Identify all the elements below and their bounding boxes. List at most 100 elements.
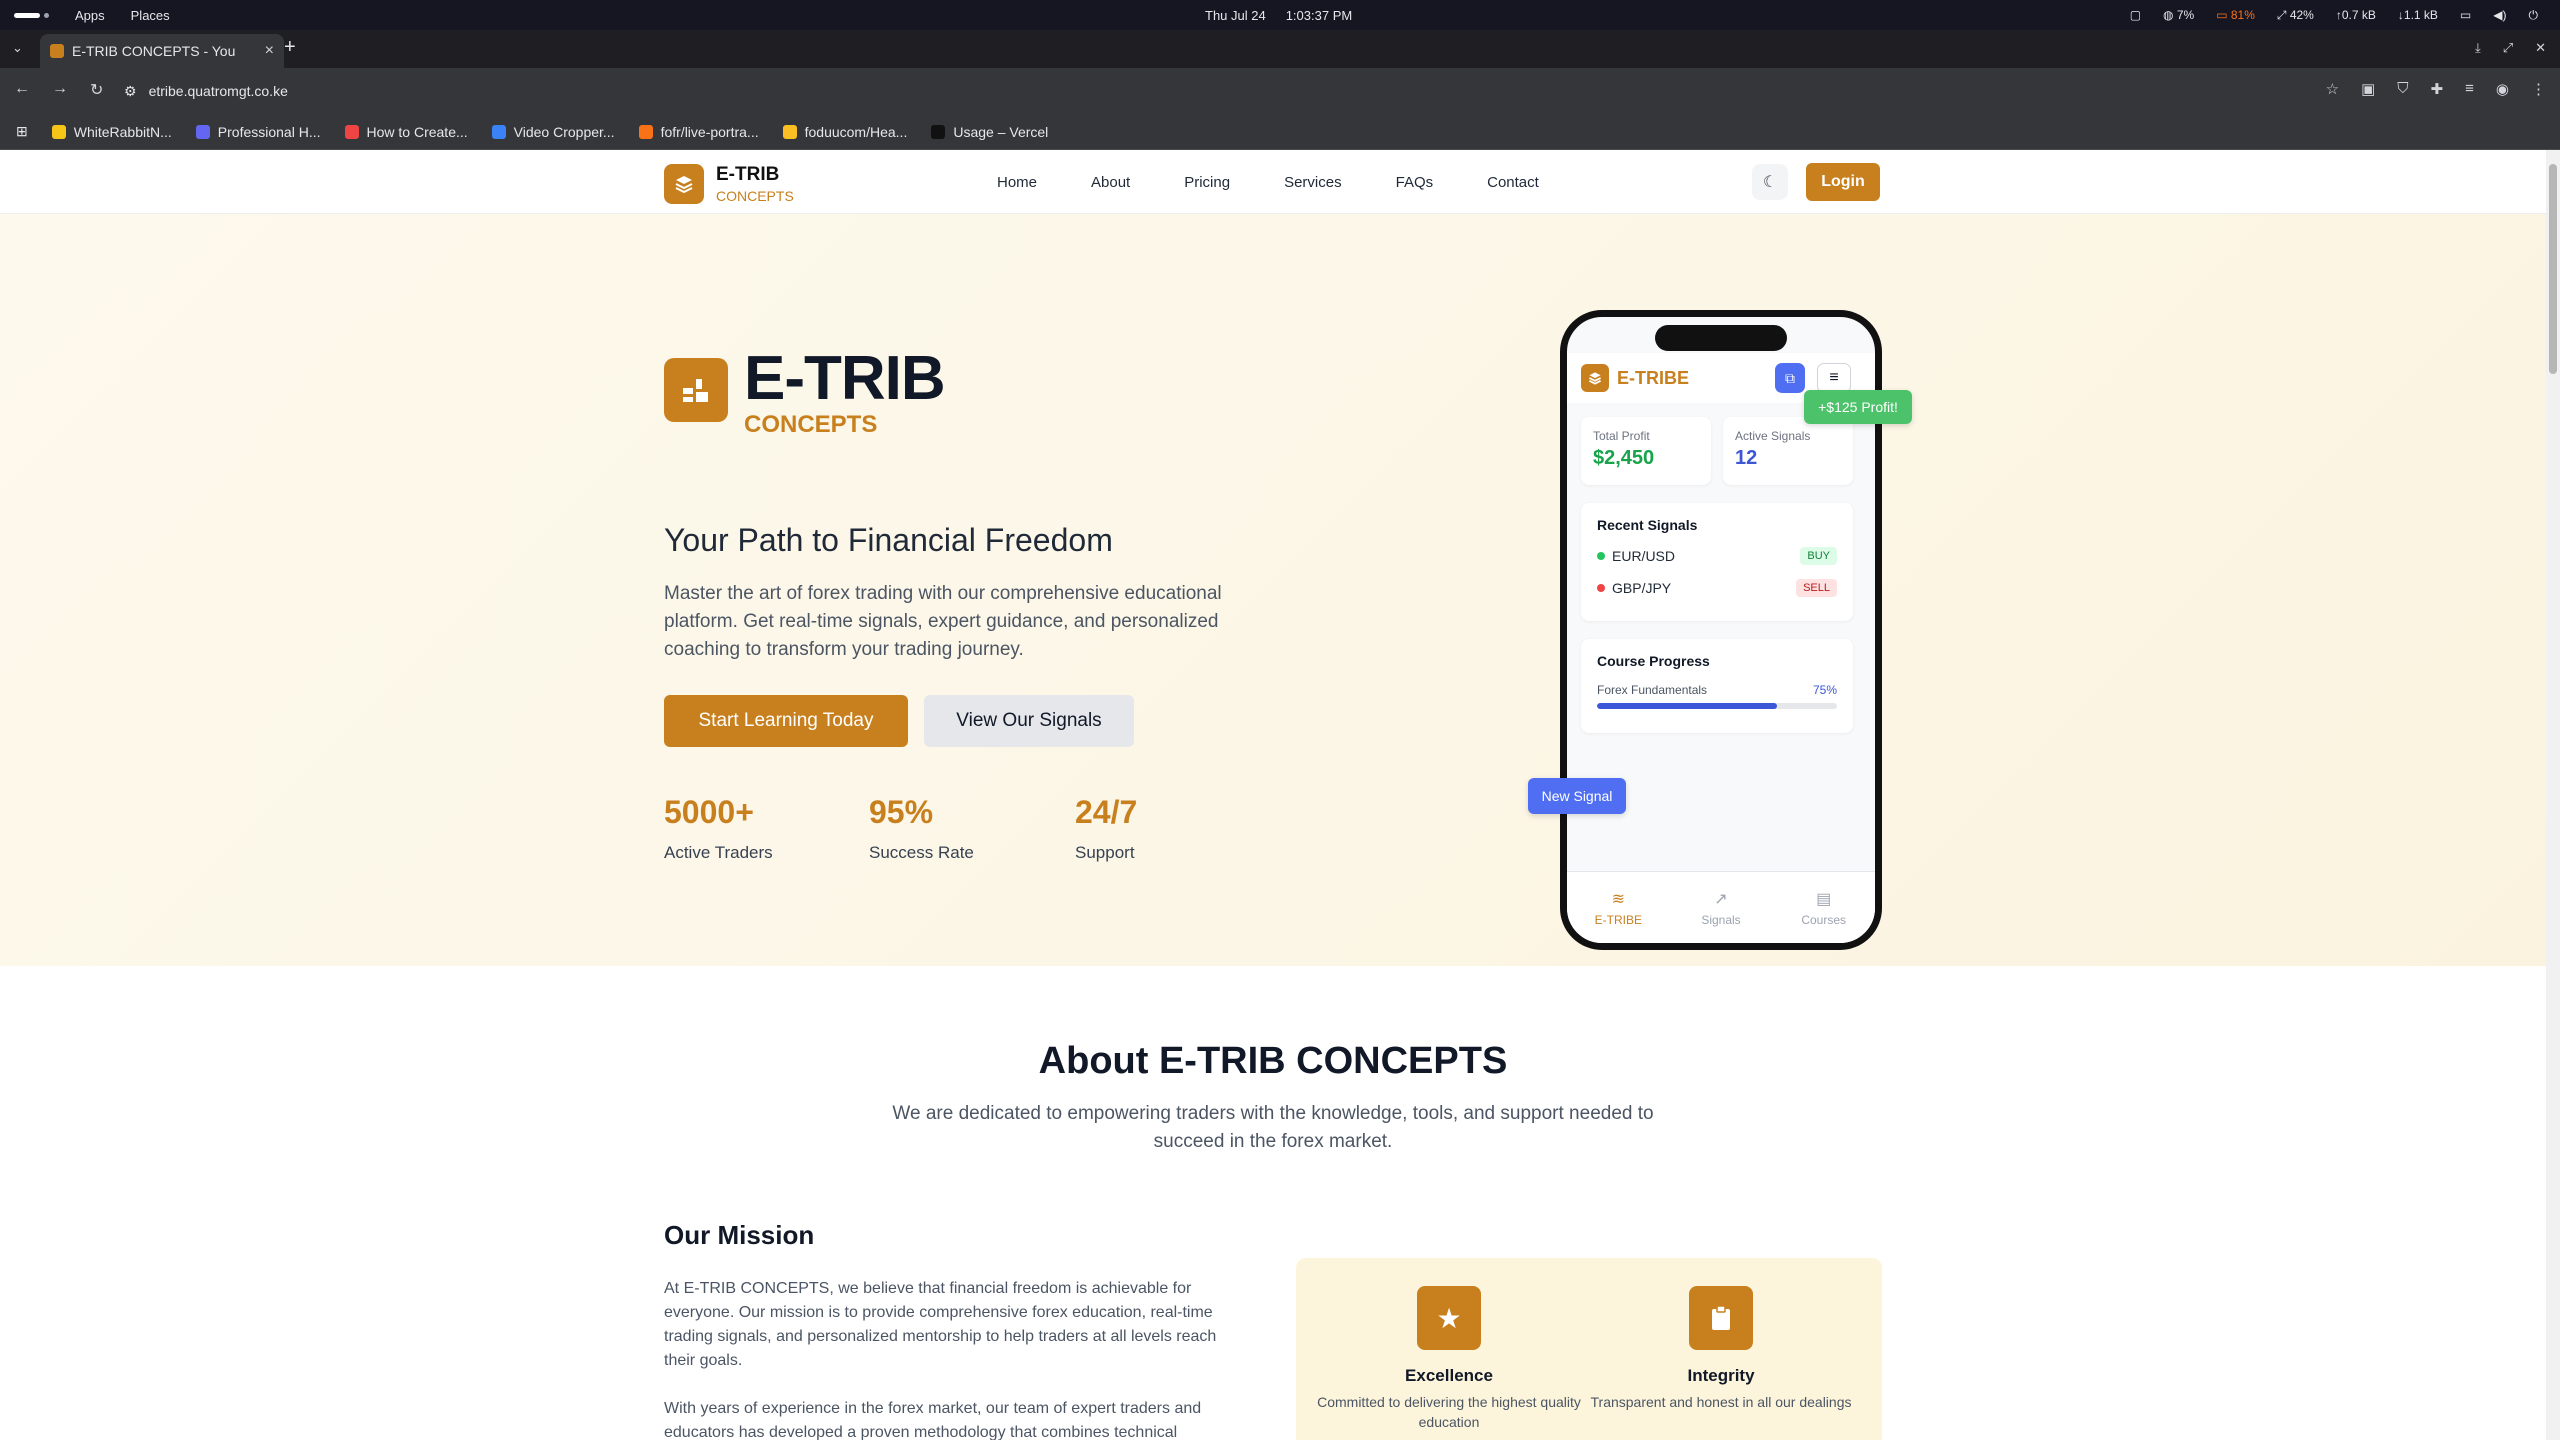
signal-action-badge: SELL (1796, 579, 1837, 597)
browser-toolbar: ← → ↻ ⚙ etribe.quatromgt.co.ke ☆ ▣ ⛉ ✚ ≡… (0, 68, 2560, 114)
net-down-value: 1.1 kB (2403, 8, 2438, 22)
new-tab-icon[interactable]: + (284, 36, 296, 59)
nav-home[interactable]: Home (997, 174, 1037, 191)
phone-bottom-nav: ≋ E-TRIBE ↗ Signals ▤ Courses (1567, 871, 1875, 943)
cpu-value: 7% (2176, 8, 2195, 22)
nav-contact[interactable]: Contact (1487, 174, 1539, 191)
phone-app-name: E-TRIBE (1617, 367, 1689, 388)
nav-about[interactable]: About (1091, 174, 1130, 191)
stat-value: 5000+ (664, 794, 754, 830)
puzzle-icon[interactable]: ✚ (2431, 80, 2444, 98)
phone-share-icon[interactable]: ⧉ (1775, 363, 1805, 393)
battery-icon: ▭ (2216, 8, 2231, 22)
forward-icon[interactable]: → (52, 80, 68, 100)
phone-nav-home[interactable]: ≋ E-TRIBE (1567, 872, 1670, 943)
apps-menu[interactable]: Apps (75, 8, 105, 23)
nav-services[interactable]: Services (1284, 174, 1342, 191)
address-bar[interactable]: ⚙ etribe.quatromgt.co.ke (124, 76, 2284, 106)
clock-time: 1:03:37 PM (1285, 7, 1353, 23)
profit-toast: +$125 Profit! (1804, 390, 1912, 424)
layers-icon: ≋ (1611, 890, 1626, 908)
phone-nav-courses[interactable]: ▤ Courses (1772, 872, 1875, 943)
signal-pair: GBP/JPY (1612, 580, 1672, 596)
bookmark-label: fofr/live-portra... (660, 123, 759, 140)
mission-heading: Our Mission (664, 1220, 815, 1250)
browser-tab-strip: ⌄ E-TRIB CONCEPTS - You × + ⤓ ⤢ ✕ (0, 30, 2560, 68)
signal-row[interactable]: EUR/USD BUY (1597, 547, 1837, 565)
bookmark-item[interactable]: WhiteRabbitN... (51, 123, 172, 140)
recent-signals-card: Recent Signals EUR/USD BUY GBP/JPY SELL (1581, 503, 1853, 621)
nav-faqs[interactable]: FAQs (1396, 174, 1434, 191)
signal-action-badge: BUY (1800, 547, 1837, 565)
clipboard-tray-icon[interactable]: ▢ (2130, 8, 2141, 22)
signal-pair: EUR/USD (1612, 548, 1676, 564)
profile-avatar-icon[interactable]: ◉ (2496, 80, 2509, 98)
download-icon[interactable]: ⤓ (2475, 40, 2481, 56)
tab-list-chevron-icon[interactable]: ⌄ (12, 40, 23, 56)
site-settings-icon[interactable]: ⚙ (124, 83, 137, 100)
buy-dot-icon (1597, 552, 1605, 560)
bookmark-item[interactable]: foduucom/Hea... (782, 123, 908, 140)
login-button[interactable]: Login (1806, 163, 1880, 201)
stat-success-rate: 95% Success Rate (869, 794, 974, 863)
phone-hamburger-icon[interactable]: ≡ (1817, 363, 1851, 393)
clock[interactable]: Thu Jul 24 1:03:37 PM (1205, 0, 1352, 30)
book-icon: ▤ (1816, 890, 1832, 908)
reload-icon[interactable]: ↻ (90, 80, 103, 100)
bookmark-item[interactable]: Usage – Vercel (931, 124, 1048, 140)
value-title: Excellence (1405, 1366, 1493, 1385)
profit-value: $2,450 (1593, 447, 1655, 469)
more-menu-icon[interactable]: ⋮ (2531, 80, 2546, 98)
stat-label: Active Traders (664, 843, 773, 862)
scrollbar-thumb[interactable] (2549, 164, 2557, 374)
mission-paragraph: With years of experience in the forex ma… (664, 1400, 1202, 1440)
mission-text: At E-TRIB CONCEPTS, we believe that fina… (664, 1277, 1250, 1440)
star-icon: ★ (1417, 1286, 1481, 1350)
course-progress-fill (1597, 703, 1777, 709)
phone-nav-signals[interactable]: ↗ Signals (1670, 872, 1773, 943)
dark-mode-toggle[interactable]: ☾ (1752, 164, 1788, 200)
browser-tab-active[interactable]: E-TRIB CONCEPTS - You × (40, 34, 284, 68)
signal-row[interactable]: GBP/JPY SELL (1597, 579, 1837, 597)
phone-nav-label: E-TRIBE (1594, 912, 1642, 927)
bookmark-item[interactable]: fofr/live-portra... (638, 123, 759, 140)
nav-pricing[interactable]: Pricing (1184, 174, 1230, 191)
bookmark-item[interactable]: Video Cropper... (491, 124, 615, 140)
places-menu[interactable]: Places (131, 8, 170, 23)
cpu-indicator[interactable]: ◍ 7% (2163, 8, 2194, 22)
bookmark-star-icon[interactable]: ☆ (2326, 80, 2339, 98)
active-signals-card: Active Signals 12 (1723, 417, 1853, 485)
shield-icon[interactable]: ⛉ (2397, 80, 2408, 98)
activities-icon[interactable] (14, 12, 40, 18)
resize-icon[interactable]: ⤢ (2503, 40, 2513, 56)
media-icon[interactable]: ≡ (2465, 80, 2474, 98)
view-signals-button[interactable]: View Our Signals (924, 695, 1134, 747)
bookmark-item[interactable]: How to Create... (344, 124, 468, 140)
logo-subtitle: CONCEPTS (716, 188, 794, 204)
back-icon[interactable]: ← (14, 80, 30, 100)
site-logo[interactable]: E-TRIB CONCEPTS (664, 164, 794, 204)
bookmark-label: WhiteRabbitN... (73, 123, 172, 140)
page-scrollbar[interactable] (2546, 150, 2560, 1440)
net-up-value: 0.7 kB (2341, 8, 2376, 22)
apps-grid-icon[interactable]: ⊞ (16, 123, 28, 140)
bookmark-favicon-icon (344, 124, 359, 139)
bookmark-favicon-icon (195, 124, 210, 139)
speaker-icon[interactable]: ◀) (2493, 8, 2506, 22)
bookmark-item[interactable]: Professional H... (195, 124, 321, 140)
close-tab-icon[interactable]: × (265, 42, 274, 60)
battery-indicator[interactable]: ▭ 81% (2216, 8, 2255, 22)
window-close-icon[interactable]: ✕ (2535, 40, 2546, 56)
url-text: etribe.quatromgt.co.ke (148, 83, 288, 99)
start-learning-button[interactable]: Start Learning Today (664, 695, 908, 747)
hero-section: E-TRIB CONCEPTS Your Path to Financial F… (0, 214, 2546, 966)
clipboard-icon (1689, 1286, 1753, 1350)
volume-indicator[interactable]: ⤢ 42% (2277, 8, 2314, 23)
bookmark-label: foduucom/Hea... (804, 123, 908, 140)
extension-icon[interactable]: ▣ (2361, 80, 2375, 98)
battery-value: 81% (2230, 8, 2255, 22)
active-signals-value: 12 (1735, 447, 1758, 469)
workspace-dot-icon (44, 12, 49, 18)
screen-icon[interactable]: ▭ (2460, 8, 2471, 22)
power-icon[interactable]: ⏻ (2529, 8, 2539, 23)
